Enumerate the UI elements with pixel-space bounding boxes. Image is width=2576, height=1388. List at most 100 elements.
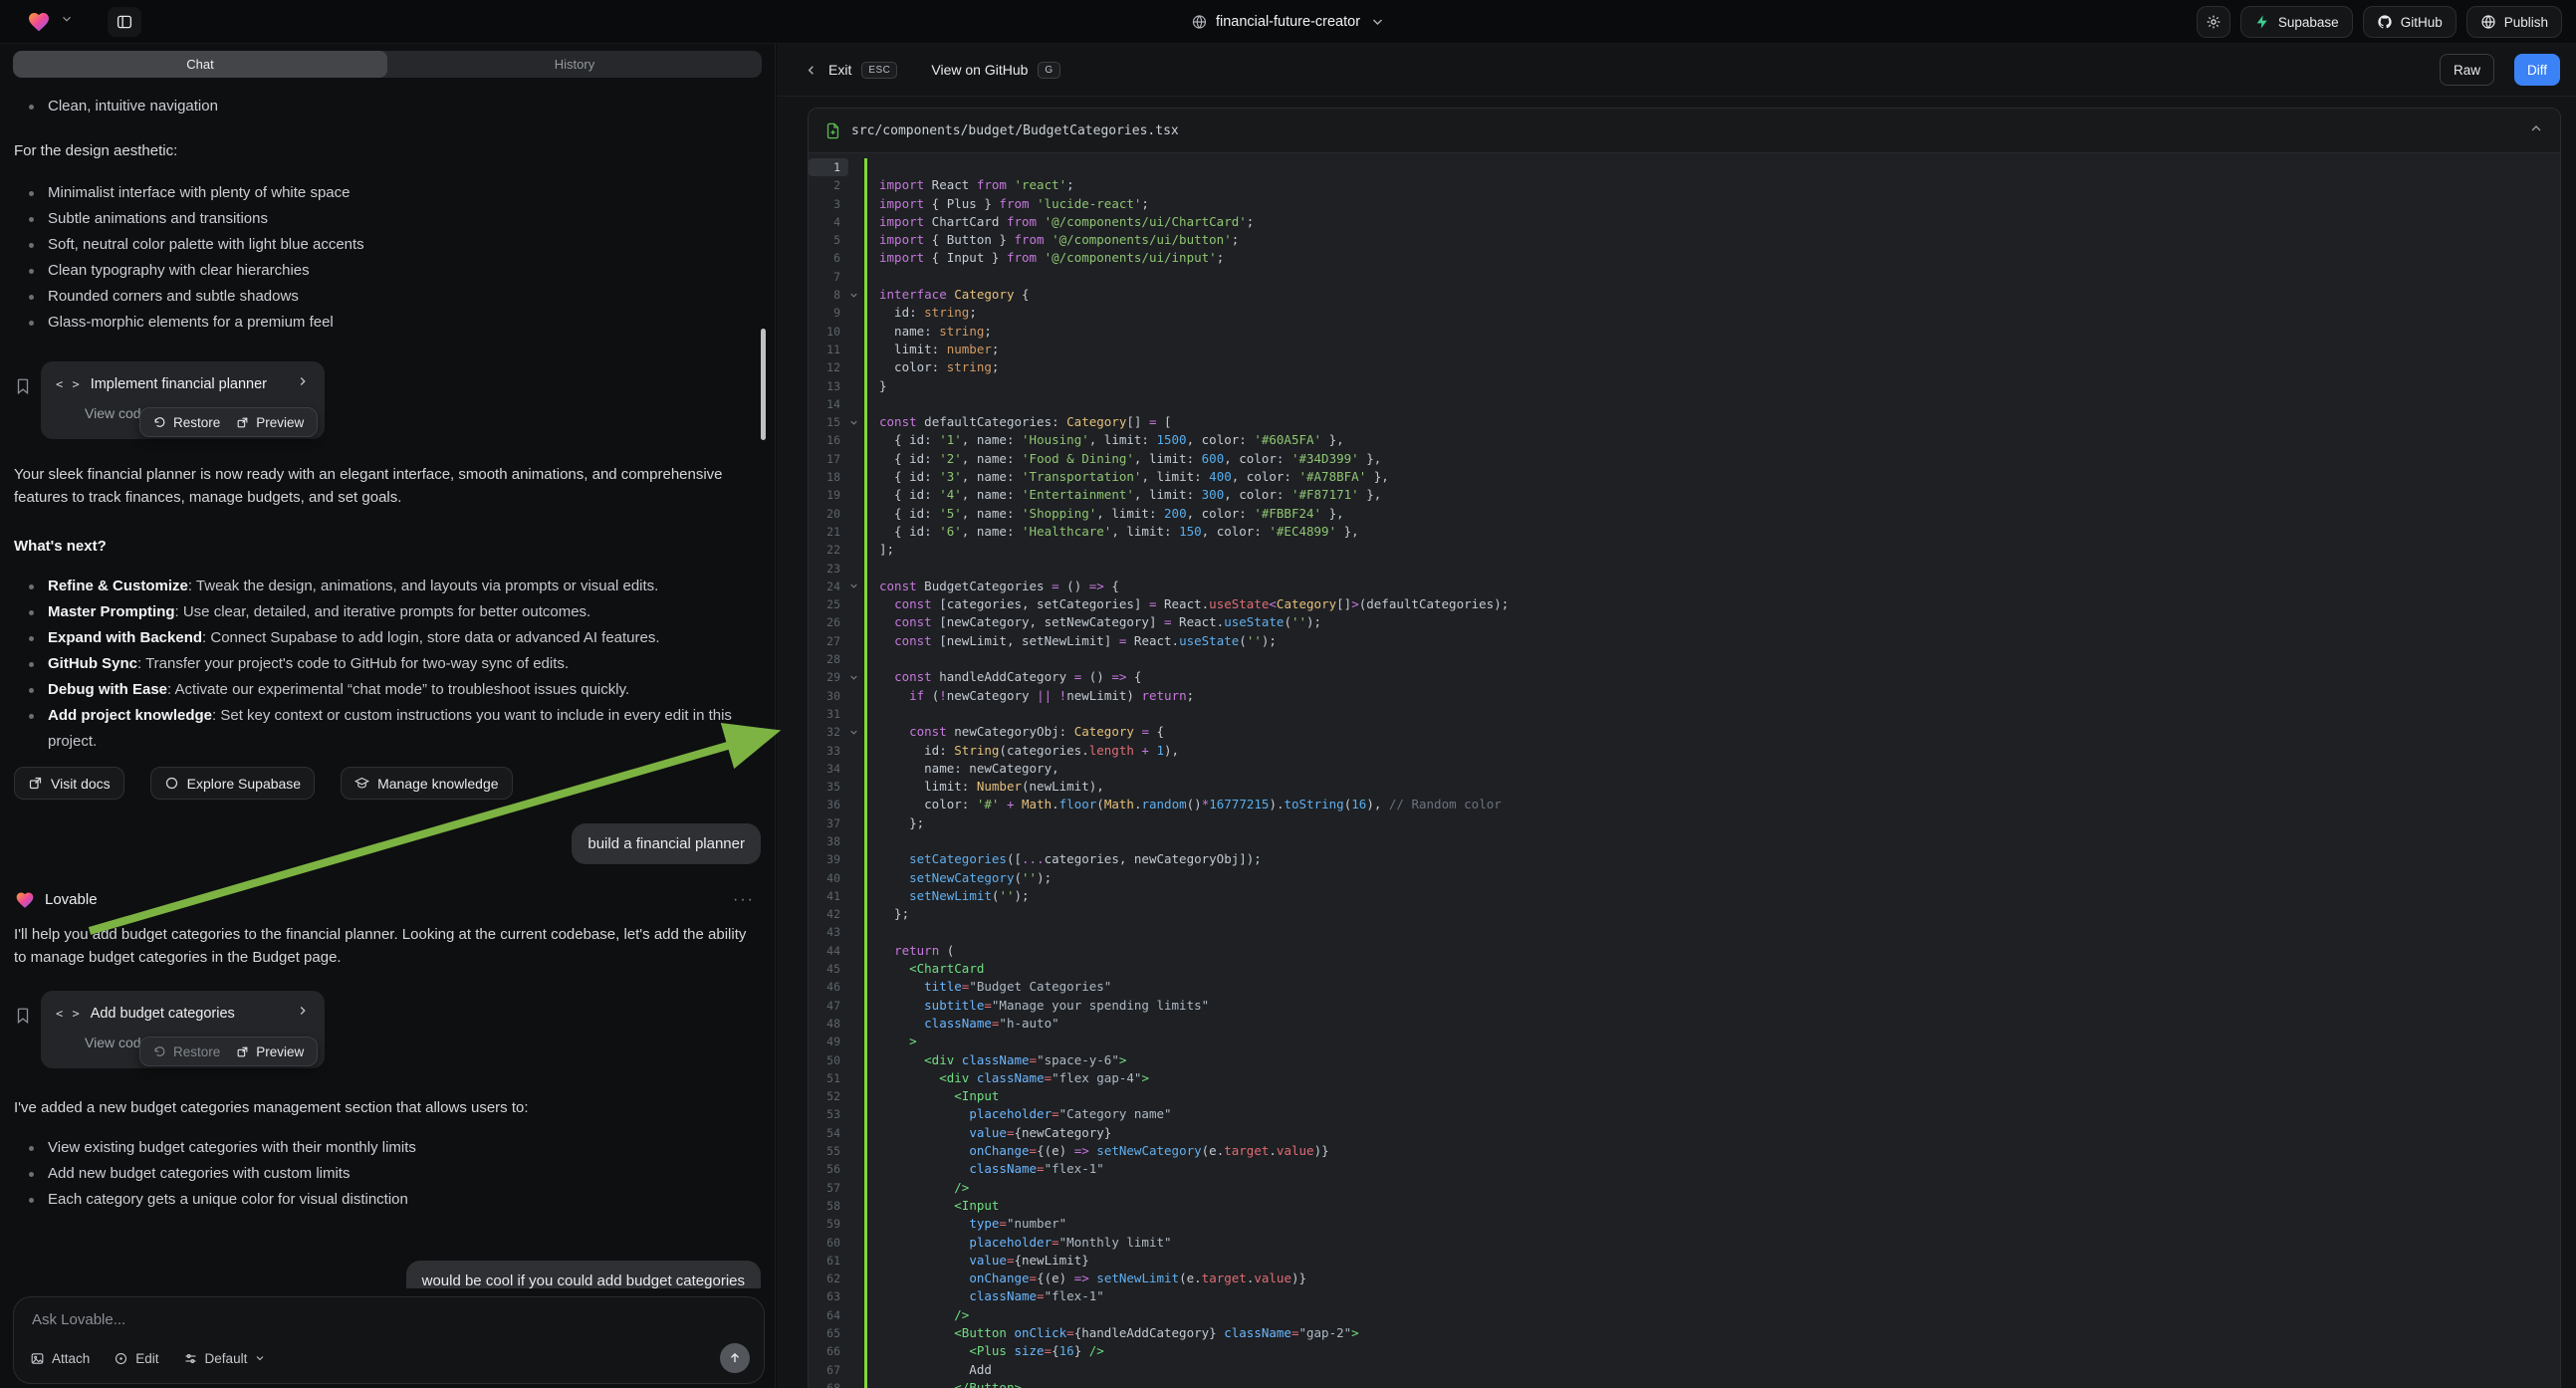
fold-toggle-icon[interactable]	[848, 413, 864, 431]
line-number[interactable]: 32	[809, 723, 848, 741]
line-number[interactable]: 20	[809, 505, 848, 523]
line-number[interactable]: 35	[809, 778, 848, 796]
line-number[interactable]: 41	[809, 887, 848, 905]
line-number[interactable]: 46	[809, 978, 848, 996]
line-number[interactable]: 68	[809, 1379, 848, 1388]
lovable-logo-icon[interactable]	[26, 10, 52, 34]
explore-supabase-button[interactable]: Explore Supabase	[150, 767, 315, 800]
exit-button[interactable]	[804, 63, 819, 78]
line-number[interactable]: 55	[809, 1142, 848, 1160]
settings-button[interactable]	[2197, 6, 2230, 38]
line-number[interactable]: 48	[809, 1015, 848, 1033]
tab-history[interactable]: History	[387, 51, 762, 78]
line-number[interactable]: 5	[809, 231, 848, 249]
fold-toggle-icon[interactable]	[848, 668, 864, 686]
fold-toggle-icon[interactable]	[848, 578, 864, 595]
line-number[interactable]: 61	[809, 1252, 848, 1270]
chat-input[interactable]	[32, 1311, 746, 1328]
line-number[interactable]: 13	[809, 377, 848, 395]
line-number[interactable]: 39	[809, 850, 848, 868]
tab-chat[interactable]: Chat	[13, 51, 387, 78]
line-number[interactable]: 36	[809, 796, 848, 813]
line-number[interactable]: 66	[809, 1342, 848, 1360]
line-number[interactable]: 4	[809, 213, 848, 231]
supabase-button[interactable]: Supabase	[2240, 6, 2353, 38]
line-number[interactable]: 1	[809, 158, 848, 176]
line-number[interactable]: 22	[809, 541, 848, 559]
line-number[interactable]: 23	[809, 560, 848, 578]
file-header[interactable]: src/components/budget/BudgetCategories.t…	[809, 109, 2560, 153]
logo-chevron-down-icon[interactable]	[60, 12, 74, 31]
manage-knowledge-button[interactable]: Manage knowledge	[341, 767, 512, 800]
line-number[interactable]: 12	[809, 358, 848, 376]
send-button[interactable]	[720, 1343, 750, 1373]
line-number[interactable]: 52	[809, 1087, 848, 1105]
line-number[interactable]: 37	[809, 814, 848, 832]
fold-toggle-icon[interactable]	[848, 286, 864, 304]
line-number[interactable]: 31	[809, 705, 848, 723]
preview-button[interactable]: Preview	[236, 411, 304, 434]
publish-button[interactable]: Publish	[2466, 6, 2562, 38]
line-number[interactable]: 59	[809, 1215, 848, 1233]
line-number[interactable]: 57	[809, 1179, 848, 1197]
line-number[interactable]: 56	[809, 1160, 848, 1178]
sidebar-toggle-button[interactable]	[108, 7, 141, 37]
line-number[interactable]: 42	[809, 905, 848, 923]
line-number[interactable]: 11	[809, 341, 848, 358]
bookmark-icon[interactable]	[14, 1007, 32, 1032]
line-number[interactable]: 34	[809, 760, 848, 778]
line-number[interactable]: 49	[809, 1033, 848, 1050]
edit-button[interactable]: Edit	[114, 1351, 158, 1366]
diff-toggle-button[interactable]: Diff	[2514, 54, 2560, 86]
line-number[interactable]: 54	[809, 1124, 848, 1142]
line-number[interactable]: 10	[809, 323, 848, 341]
line-number[interactable]: 29	[809, 668, 848, 686]
line-number[interactable]: 19	[809, 486, 848, 504]
fold-toggle-icon[interactable]	[848, 723, 864, 741]
collapse-file-icon[interactable]	[2528, 120, 2544, 141]
line-number[interactable]: 33	[809, 742, 848, 760]
code-editor[interactable]: 12import React from 'react';3import { Pl…	[809, 153, 2560, 1388]
line-number[interactable]: 9	[809, 304, 848, 322]
line-number[interactable]: 21	[809, 523, 848, 541]
line-number[interactable]: 40	[809, 869, 848, 887]
chevron-right-icon[interactable]	[296, 373, 310, 396]
line-number[interactable]: 47	[809, 997, 848, 1015]
chevron-right-icon[interactable]	[296, 1003, 310, 1026]
chat-messages[interactable]: Clean, intuitive navigation For the desi…	[0, 84, 775, 1288]
line-number[interactable]: 44	[809, 942, 848, 960]
visit-docs-button[interactable]: Visit docs	[14, 767, 124, 800]
view-on-github-button[interactable]: View on GitHub G	[931, 62, 1059, 79]
line-number[interactable]: 8	[809, 286, 848, 304]
line-number[interactable]: 28	[809, 650, 848, 668]
restore-button[interactable]: Restore	[153, 411, 220, 434]
line-number[interactable]: 7	[809, 268, 848, 286]
bookmark-icon[interactable]	[14, 377, 32, 402]
exit-label-group[interactable]: Exit ESC	[828, 62, 897, 79]
preview-button[interactable]: Preview	[236, 1041, 304, 1063]
line-number[interactable]: 45	[809, 960, 848, 978]
mode-select[interactable]: Default	[183, 1351, 267, 1366]
line-number[interactable]: 14	[809, 395, 848, 413]
line-number[interactable]: 53	[809, 1105, 848, 1123]
line-number[interactable]: 27	[809, 632, 848, 650]
line-number[interactable]: 16	[809, 431, 848, 449]
line-number[interactable]: 17	[809, 450, 848, 468]
line-number[interactable]: 18	[809, 468, 848, 486]
line-number[interactable]: 24	[809, 578, 848, 595]
line-number[interactable]: 62	[809, 1270, 848, 1287]
line-number[interactable]: 67	[809, 1361, 848, 1379]
attach-button[interactable]: Attach	[30, 1351, 90, 1366]
line-number[interactable]: 2	[809, 176, 848, 194]
raw-toggle-button[interactable]: Raw	[2440, 54, 2494, 86]
line-number[interactable]: 26	[809, 613, 848, 631]
line-number[interactable]: 63	[809, 1287, 848, 1305]
github-button[interactable]: GitHub	[2363, 6, 2457, 38]
project-switcher[interactable]: financial-future-creator	[1191, 14, 1385, 30]
line-number[interactable]: 50	[809, 1051, 848, 1069]
chat-scrollbar-thumb[interactable]	[761, 329, 766, 440]
line-number[interactable]: 43	[809, 923, 848, 941]
more-options-icon[interactable]: ···	[733, 888, 761, 911]
line-number[interactable]: 64	[809, 1306, 848, 1324]
line-number[interactable]: 3	[809, 195, 848, 213]
